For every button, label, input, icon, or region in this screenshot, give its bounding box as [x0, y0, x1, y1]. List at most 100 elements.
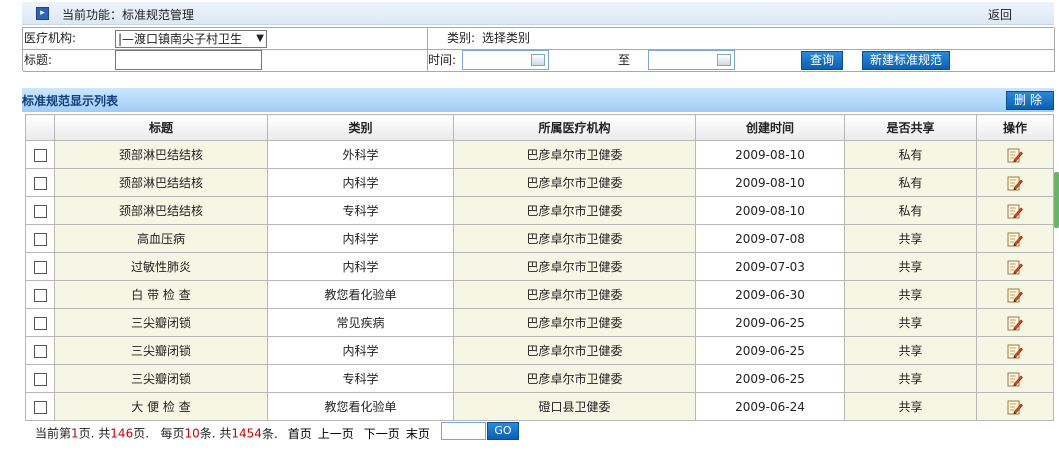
row-action-cell	[976, 392, 1054, 421]
category-select[interactable]: 选择类别	[482, 28, 530, 48]
edit-icon[interactable]	[1007, 231, 1023, 247]
time-cell: 时间: 至 查询 新建标准规范	[428, 50, 1055, 71]
row-action-cell	[976, 140, 1054, 169]
back-link[interactable]: 返回	[988, 6, 1012, 23]
row-checkbox[interactable]	[33, 148, 47, 162]
row-created: 2009-06-25	[695, 336, 845, 365]
row-title: 大 便 检 查	[54, 392, 268, 421]
row-checkbox[interactable]	[33, 176, 47, 190]
row-shared: 共享	[844, 224, 977, 253]
new-standard-button[interactable]: 新建标准规范	[862, 51, 950, 70]
row-category: 专科学	[267, 196, 454, 225]
row-category: 内科学	[267, 336, 454, 365]
row-created: 2009-06-25	[695, 364, 845, 393]
table-row[interactable]: 颈部淋巴结结核 专科学 巴彦卓尔市卫健委 2009-08-10 私有	[25, 196, 1054, 225]
header-category[interactable]: 类别	[267, 114, 454, 141]
edit-icon[interactable]	[1007, 287, 1023, 303]
row-action-cell	[976, 280, 1054, 309]
row-checkbox[interactable]	[33, 288, 47, 302]
table-row[interactable]: 三尖瓣闭锁 内科学 巴彦卓尔市卫健委 2009-06-25 共享	[25, 336, 1054, 365]
table-row[interactable]: 颈部淋巴结结核 外科学 巴彦卓尔市卫健委 2009-08-10 私有	[25, 140, 1054, 169]
table-row[interactable]: 过敏性肺炎 内科学 巴彦卓尔市卫健委 2009-07-03 共享	[25, 252, 1054, 281]
edit-icon[interactable]	[1007, 315, 1023, 331]
row-select-cell	[25, 140, 55, 169]
row-shared: 共享	[844, 336, 977, 365]
table-row[interactable]: 大 便 检 查教您看化验单 磴口县卫健委 2009-06-24 共享	[25, 392, 1054, 421]
time-label: 时间:	[428, 53, 457, 67]
row-shared: 私有	[844, 168, 977, 197]
go-button[interactable]: GO	[487, 422, 519, 440]
next-page-link[interactable]: 下一页	[364, 427, 400, 441]
table-row[interactable]: 颈部淋巴结结核 内科学 巴彦卓尔市卫健委 2009-08-10 私有	[25, 168, 1054, 197]
table-row[interactable]: 白 带 检 查教您看化验单 巴彦卓尔市卫健委 2009-06-30 共享	[25, 280, 1054, 309]
row-org: 巴彦卓尔市卫健委	[453, 168, 696, 197]
to-label: 至	[618, 53, 631, 67]
table-row[interactable]: 高血压病 内科学 巴彦卓尔市卫健委 2009-07-08 共享	[25, 224, 1054, 253]
row-action-cell	[976, 224, 1054, 253]
scrollbar-thumb[interactable]	[1054, 172, 1059, 228]
list-title: 标准规范显示列表	[22, 94, 119, 108]
row-checkbox[interactable]	[33, 232, 47, 246]
edit-icon[interactable]	[1007, 371, 1023, 387]
title-cell: 标题:	[23, 50, 428, 71]
row-checkbox[interactable]	[33, 344, 47, 358]
calendar-icon[interactable]	[531, 54, 545, 66]
row-select-cell	[25, 252, 55, 281]
header-created[interactable]: 创建时间	[695, 114, 845, 141]
row-category: 教您看化验单	[267, 392, 454, 421]
edit-icon[interactable]	[1007, 399, 1023, 415]
edit-icon[interactable]	[1007, 343, 1023, 359]
org-select-value: |—渡口镇南尖子村卫生	[118, 32, 243, 46]
edit-icon[interactable]	[1007, 175, 1023, 191]
row-title: 高血压病	[54, 224, 268, 253]
time-to-input[interactable]	[648, 50, 735, 70]
row-shared: 私有	[844, 140, 977, 169]
org-select[interactable]: |—渡口镇南尖子村卫生 ▼	[115, 30, 267, 48]
edit-icon[interactable]	[1007, 203, 1023, 219]
row-title: 颈部淋巴结结核	[54, 196, 268, 225]
row-action-cell	[976, 364, 1054, 393]
table-row[interactable]: 三尖瓣闭锁 常见疾病 巴彦卓尔市卫健委 2009-06-25 共享	[25, 308, 1054, 337]
edit-icon[interactable]	[1007, 259, 1023, 275]
row-created: 2009-08-10	[695, 140, 845, 169]
row-select-cell	[25, 364, 55, 393]
search-row-2: 标题: 时间: 至 查询 新建标准规范	[23, 50, 1055, 72]
pagination: 当前第1页. 共146页. 每页10条. 共1454条. 首页 上一页 下一页 末页	[35, 424, 436, 442]
row-checkbox[interactable]	[33, 400, 47, 414]
row-checkbox[interactable]	[33, 372, 47, 386]
header-title[interactable]: 标题	[54, 114, 268, 141]
row-created: 2009-06-24	[695, 392, 845, 421]
header-org[interactable]: 所属医疗机构	[453, 114, 696, 141]
row-org: 巴彦卓尔市卫健委	[453, 280, 696, 309]
pager-mid1: 页. 共	[78, 426, 111, 441]
page-number-input[interactable]	[441, 422, 486, 440]
row-select-cell	[25, 196, 55, 225]
title-label: 标题:	[24, 53, 53, 67]
row-title: 白 带 检 查	[54, 280, 268, 309]
first-page-link[interactable]: 首页	[288, 427, 312, 441]
row-checkbox[interactable]	[33, 260, 47, 274]
query-button[interactable]: 查询	[801, 51, 843, 70]
function-icon: ▸	[36, 7, 49, 20]
delete-button[interactable]: 删除	[1006, 91, 1054, 110]
row-checkbox[interactable]	[33, 316, 47, 330]
row-created: 2009-08-10	[695, 196, 845, 225]
time-from-input[interactable]	[462, 50, 549, 70]
row-title: 三尖瓣闭锁	[54, 336, 268, 365]
title-input[interactable]	[115, 50, 262, 70]
last-page-link[interactable]: 末页	[406, 427, 430, 441]
header-action: 操作	[976, 114, 1054, 141]
prev-page-link[interactable]: 上一页	[318, 427, 354, 441]
edit-icon[interactable]	[1007, 147, 1023, 163]
row-shared: 共享	[844, 252, 977, 281]
row-action-cell	[976, 336, 1054, 365]
row-shared: 共享	[844, 280, 977, 309]
calendar-icon[interactable]	[717, 54, 731, 66]
pager-mid2: 页. 每页	[133, 426, 185, 441]
row-checkbox[interactable]	[33, 204, 47, 218]
row-org: 巴彦卓尔市卫健委	[453, 364, 696, 393]
header-shared[interactable]: 是否共享	[844, 114, 977, 141]
table-row[interactable]: 三尖瓣闭锁 专科学 巴彦卓尔市卫健委 2009-06-25 共享	[25, 364, 1054, 393]
row-shared: 私有	[844, 196, 977, 225]
row-action-cell	[976, 308, 1054, 337]
